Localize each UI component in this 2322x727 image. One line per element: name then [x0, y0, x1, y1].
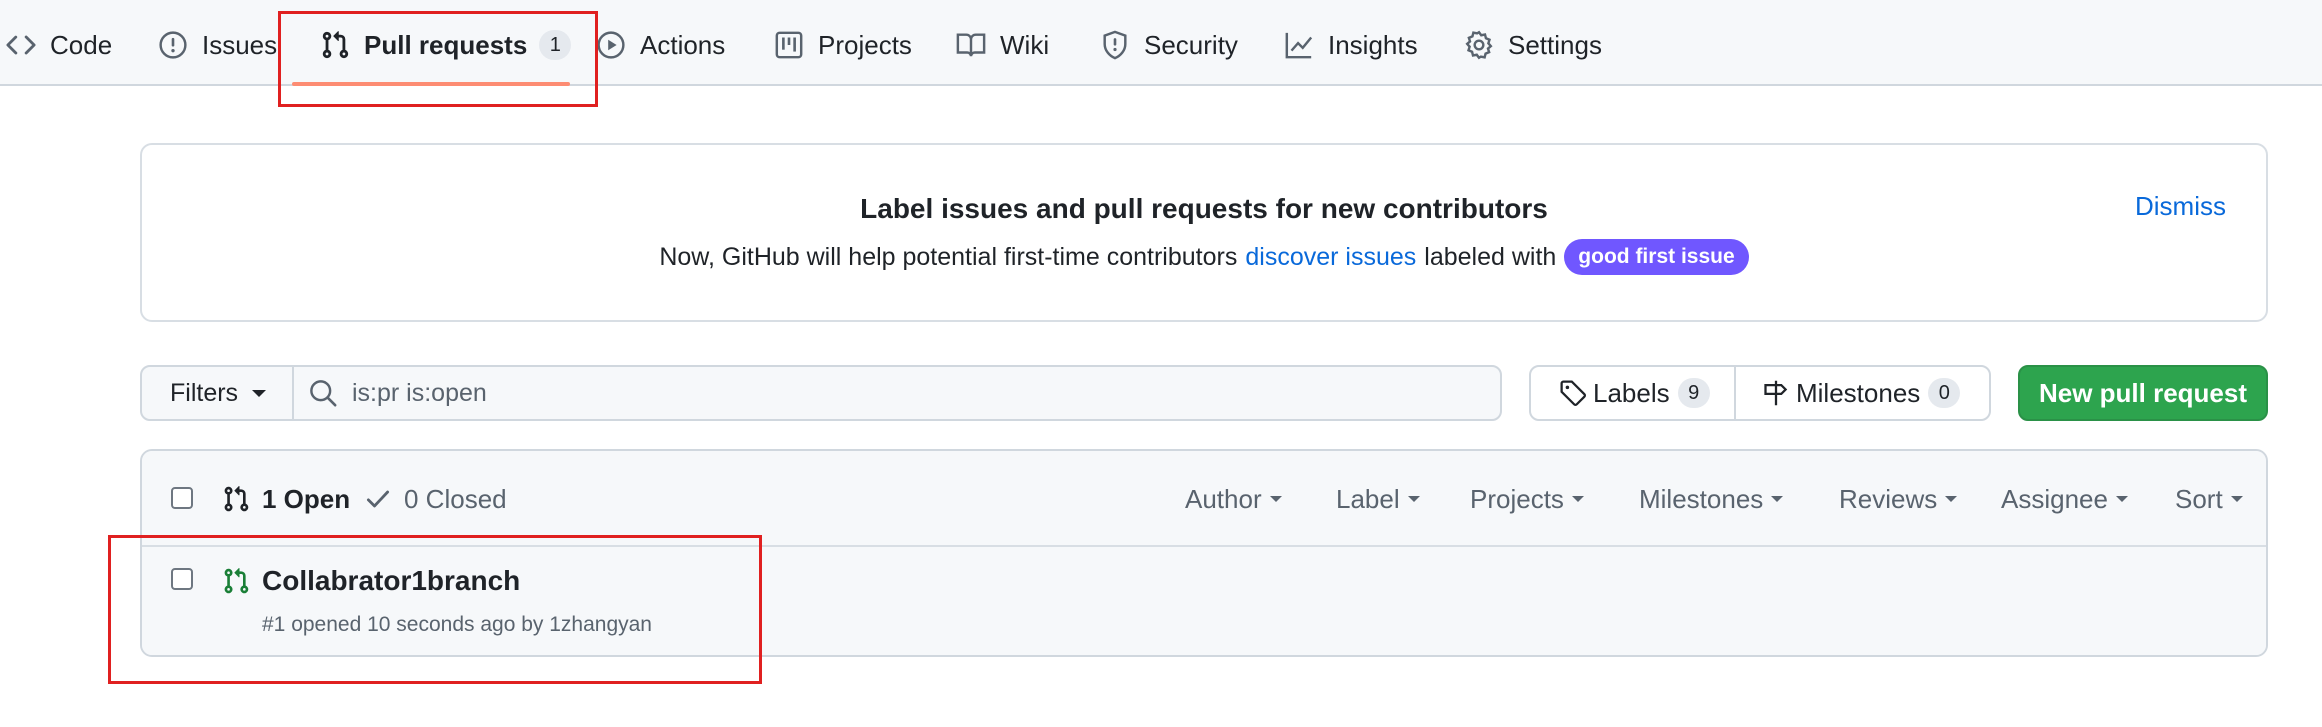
- tab-pull-requests-label: Pull requests: [364, 29, 528, 60]
- banner-title: Label issues and pull requests for new c…: [860, 193, 1548, 224]
- play-icon: [597, 31, 625, 59]
- search-input[interactable]: [352, 378, 1452, 408]
- tab-wiki-label: Wiki: [1000, 29, 1050, 60]
- tab-actions-label: Actions: [640, 29, 726, 60]
- pull-request-meta: #1 opened 10 seconds ago by 1zhangyan: [262, 613, 652, 636]
- tab-security-label: Security: [1144, 29, 1238, 60]
- label-filter-label: Label: [1336, 483, 1400, 514]
- tab-projects[interactable]: Projects: [774, 24, 912, 66]
- gear-icon: [1465, 30, 1493, 60]
- labels-label: Labels: [1593, 377, 1670, 408]
- projects-filter-label: Projects: [1470, 483, 1564, 514]
- book-icon: [956, 33, 986, 57]
- new-pull-request-button[interactable]: New pull request: [2018, 365, 2268, 421]
- good-first-issue-label[interactable]: good first issue: [1564, 239, 1749, 275]
- chevron-down-icon: [2230, 496, 2243, 502]
- pull-requests-count-badge: 1: [539, 30, 572, 60]
- chevron-down-icon: [2115, 496, 2128, 502]
- milestones-filter[interactable]: Milestones: [1639, 481, 1784, 517]
- git-pull-request-icon: [322, 31, 349, 59]
- tab-settings-label: Settings: [1508, 29, 1602, 60]
- check-icon: [366, 490, 390, 508]
- tab-insights-label: Insights: [1328, 29, 1418, 60]
- chevron-down-icon: [1571, 496, 1584, 502]
- sort-filter-label: Sort: [2175, 483, 2223, 514]
- label-filter[interactable]: Label: [1336, 481, 1420, 517]
- pull-request-checkbox[interactable]: [171, 568, 193, 590]
- open-count-label: 1 Open: [262, 483, 351, 514]
- git-pull-request-open-icon: [224, 568, 249, 594]
- tab-issues[interactable]: Issues: [158, 24, 277, 66]
- labels-count-badge: 9: [1677, 378, 1710, 408]
- labels-milestones-group: Labels 9 Milestones 0: [1529, 365, 1991, 421]
- tab-security[interactable]: Security: [1100, 24, 1238, 66]
- select-all-checkbox[interactable]: [171, 487, 193, 509]
- projects-filter[interactable]: Projects: [1470, 481, 1584, 517]
- milestones-filter-label: Milestones: [1639, 483, 1764, 514]
- banner-text-after: labeled with: [1424, 242, 1557, 271]
- author-filter[interactable]: Author: [1185, 481, 1282, 517]
- open-filter-tab[interactable]: 1 Open: [222, 481, 350, 517]
- filters-label: Filters: [170, 378, 239, 407]
- filters-dropdown-button[interactable]: Filters: [140, 365, 294, 421]
- pull-request-title-link[interactable]: Collabrator1branch: [262, 565, 520, 597]
- pull-request-row[interactable]: Collabrator1branch #1 opened 10 seconds …: [142, 547, 2266, 655]
- tab-code-label: Code: [50, 29, 113, 60]
- tab-insights[interactable]: Insights: [1284, 24, 1418, 66]
- milestones-button[interactable]: Milestones 0: [1736, 367, 1961, 419]
- discover-issues-link[interactable]: discover issues: [1245, 243, 1416, 272]
- table-icon: [775, 31, 803, 59]
- active-tab-underline: [292, 82, 570, 86]
- chevron-down-icon: [1269, 496, 1282, 502]
- tab-projects-label: Projects: [818, 29, 912, 60]
- banner-text-before: Now, GitHub will help potential first-ti…: [659, 242, 1238, 271]
- dismiss-link[interactable]: Dismiss: [2135, 191, 2226, 222]
- closed-filter-tab[interactable]: 0 Closed: [364, 481, 507, 517]
- list-header: 1 Open 0 Closed Author Label Projects Mi…: [142, 451, 2266, 547]
- shield-icon: [1103, 30, 1127, 60]
- tab-wiki[interactable]: Wiki: [956, 24, 1049, 66]
- chevron-down-icon: [1945, 496, 1958, 502]
- author-filter-label: Author: [1185, 483, 1262, 514]
- milestones-count-badge: 0: [1928, 378, 1961, 408]
- tab-code[interactable]: Code: [6, 24, 112, 66]
- tab-issues-label: Issues: [202, 29, 278, 60]
- chevron-down-icon: [252, 389, 267, 397]
- search-box: [292, 365, 1502, 421]
- chevron-down-icon: [1771, 496, 1784, 502]
- pull-request-list: 1 Open 0 Closed Author Label Projects Mi…: [140, 449, 2268, 657]
- tag-icon: [1560, 380, 1586, 406]
- closed-count-label: 0 Closed: [404, 483, 507, 514]
- assignee-filter[interactable]: Assignee: [2001, 481, 2128, 517]
- new-contributors-banner: Label issues and pull requests for new c…: [140, 143, 2268, 322]
- labels-button[interactable]: Labels 9: [1531, 367, 1736, 419]
- code-icon: [6, 35, 36, 55]
- git-pull-request-icon: [224, 486, 249, 512]
- tab-pull-requests[interactable]: Pull requests 1: [320, 24, 572, 66]
- milestone-icon: [1764, 380, 1788, 406]
- repo-nav: Code Issues Pull requests 1 Actions Proj…: [0, 0, 2322, 86]
- reviews-filter-label: Reviews: [1839, 483, 1938, 514]
- tab-actions[interactable]: Actions: [596, 24, 725, 66]
- tab-settings[interactable]: Settings: [1464, 24, 1602, 66]
- banner-text: Now, GitHub will help potential first-ti…: [142, 239, 2266, 275]
- assignee-filter-label: Assignee: [2001, 483, 2108, 514]
- sort-filter[interactable]: Sort: [2175, 481, 2243, 517]
- issue-opened-icon: [159, 31, 187, 59]
- milestones-label: Milestones: [1796, 377, 1921, 408]
- search-icon: [310, 380, 337, 407]
- chevron-down-icon: [1407, 496, 1420, 502]
- reviews-filter[interactable]: Reviews: [1839, 481, 1958, 517]
- graph-icon: [1285, 32, 1313, 59]
